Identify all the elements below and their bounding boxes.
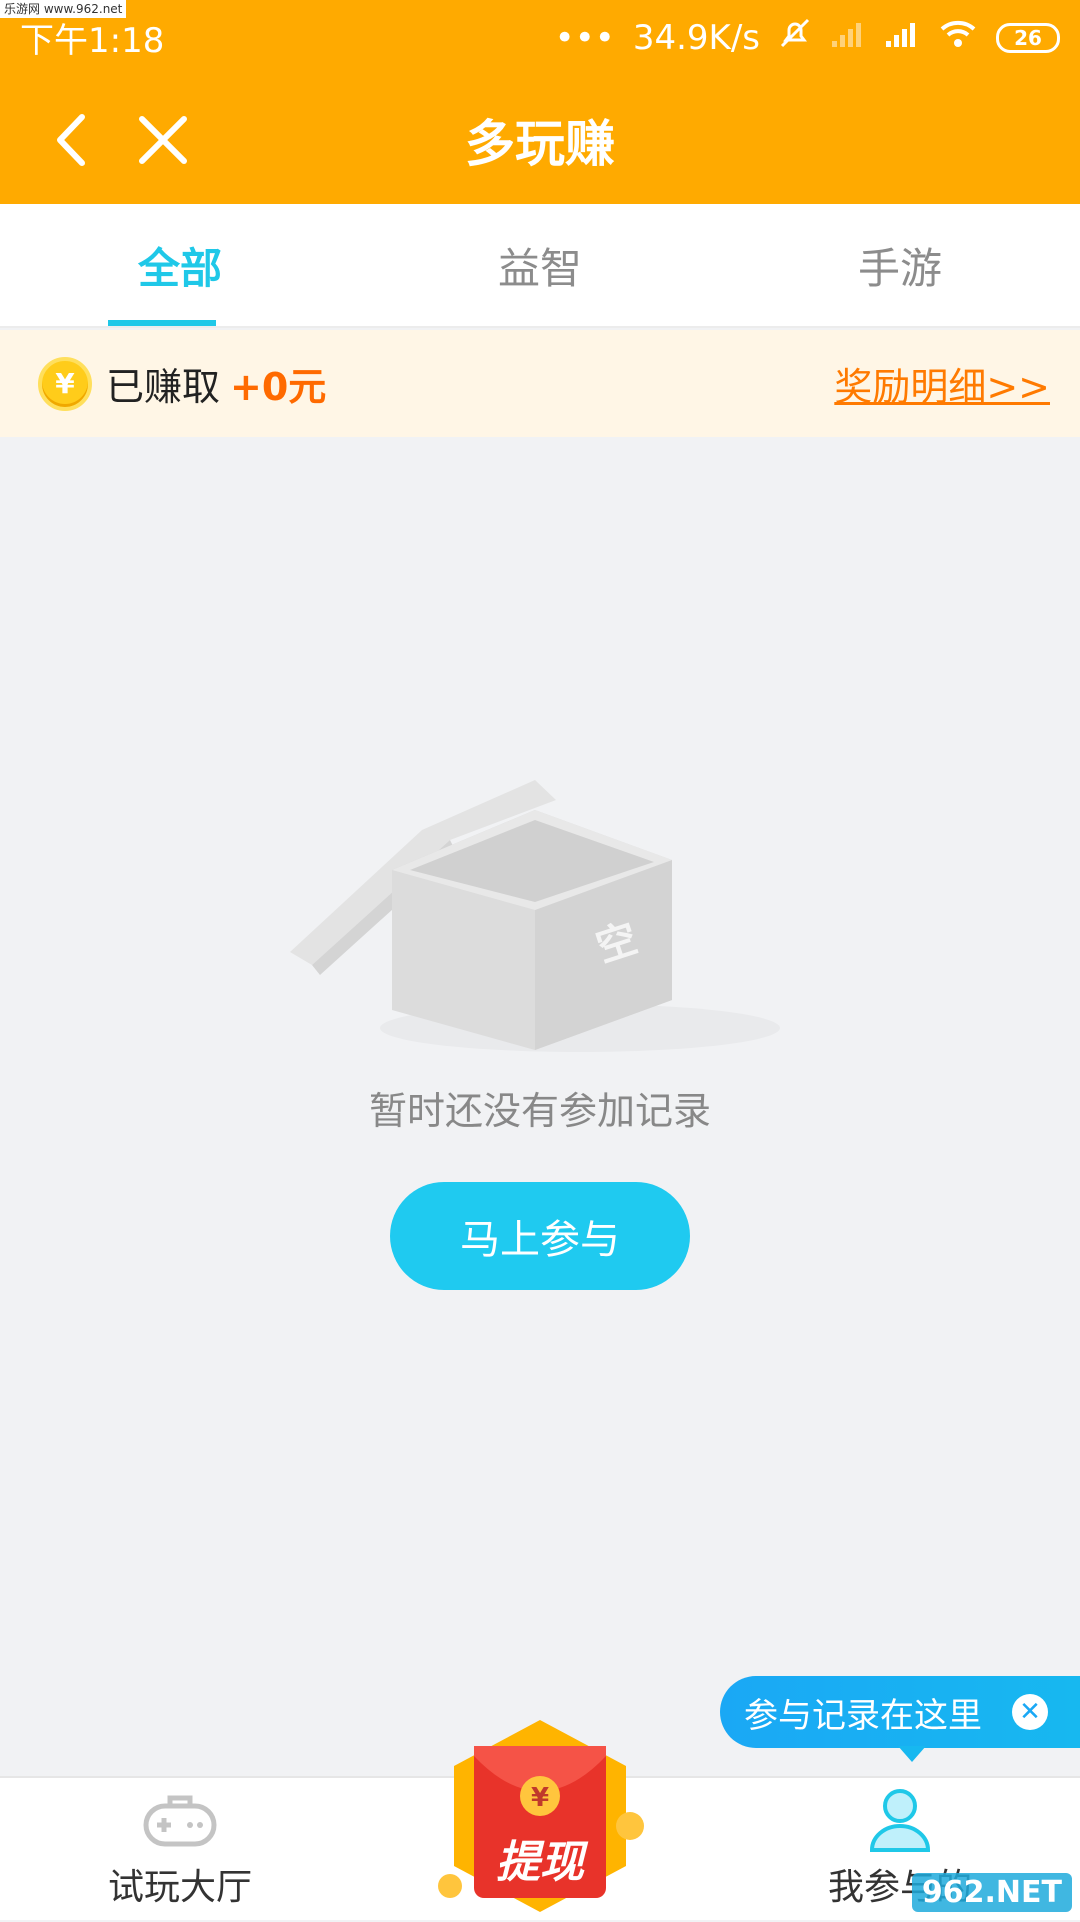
network-speed: 34.9K/s: [633, 18, 760, 58]
tab-all[interactable]: 全部: [0, 204, 360, 326]
more-dots-icon: •••: [555, 18, 615, 58]
battery-indicator: 26: [996, 23, 1060, 53]
wifi-icon: [938, 17, 978, 58]
tab-mobile-games[interactable]: 手游: [720, 204, 1080, 326]
nav-trial-hall[interactable]: 试玩大厅: [30, 1778, 330, 1922]
earned-amount: +0元: [230, 356, 326, 411]
nav-trial-hall-label: 试玩大厅: [108, 1858, 252, 1910]
watermark-top-left: 乐游网 www.962.net: [0, 0, 126, 18]
back-button[interactable]: [40, 105, 110, 175]
status-bar: 下午1:18 ••• 34.9K/s 26: [0, 0, 1080, 75]
mute-icon: [778, 16, 812, 59]
tooltip-text: 参与记录在这里: [744, 1688, 982, 1737]
user-icon: [860, 1784, 940, 1854]
earned-label: 已赚取: [106, 356, 220, 411]
withdraw-button[interactable]: ¥ 提现: [430, 1716, 650, 1916]
records-tooltip: 参与记录在这里 ✕: [720, 1676, 1080, 1748]
empty-message: 暂时还没有参加记录: [0, 1080, 1080, 1135]
tooltip-close-icon[interactable]: ✕: [1012, 1694, 1048, 1730]
reward-detail-link[interactable]: 奖励明细>>: [834, 356, 1050, 411]
tooltip-arrow: [898, 1746, 926, 1762]
signal-icon: [884, 18, 920, 58]
tab-puzzle[interactable]: 益智: [360, 204, 720, 326]
close-button[interactable]: [128, 105, 198, 175]
back-arrow-icon: [40, 105, 110, 175]
coin-icon: ¥: [38, 357, 92, 411]
withdraw-label: 提现: [430, 1826, 650, 1890]
earnings-bar: ¥ 已赚取 +0元 奖励明细>>: [0, 330, 1080, 437]
gamepad-icon: [140, 1784, 220, 1854]
watermark-bottom-right: 962.NET: [912, 1873, 1072, 1912]
title-bar: 多玩赚: [0, 75, 1080, 204]
close-icon: [128, 105, 198, 175]
empty-box-illustration: 空: [280, 770, 800, 1070]
status-time: 下午1:18: [20, 13, 164, 62]
join-now-button[interactable]: 马上参与: [390, 1182, 690, 1290]
svg-text:¥: ¥: [531, 1783, 549, 1813]
signal-weak-icon: [830, 18, 866, 58]
category-tabs: 全部 益智 手游: [0, 204, 1080, 328]
